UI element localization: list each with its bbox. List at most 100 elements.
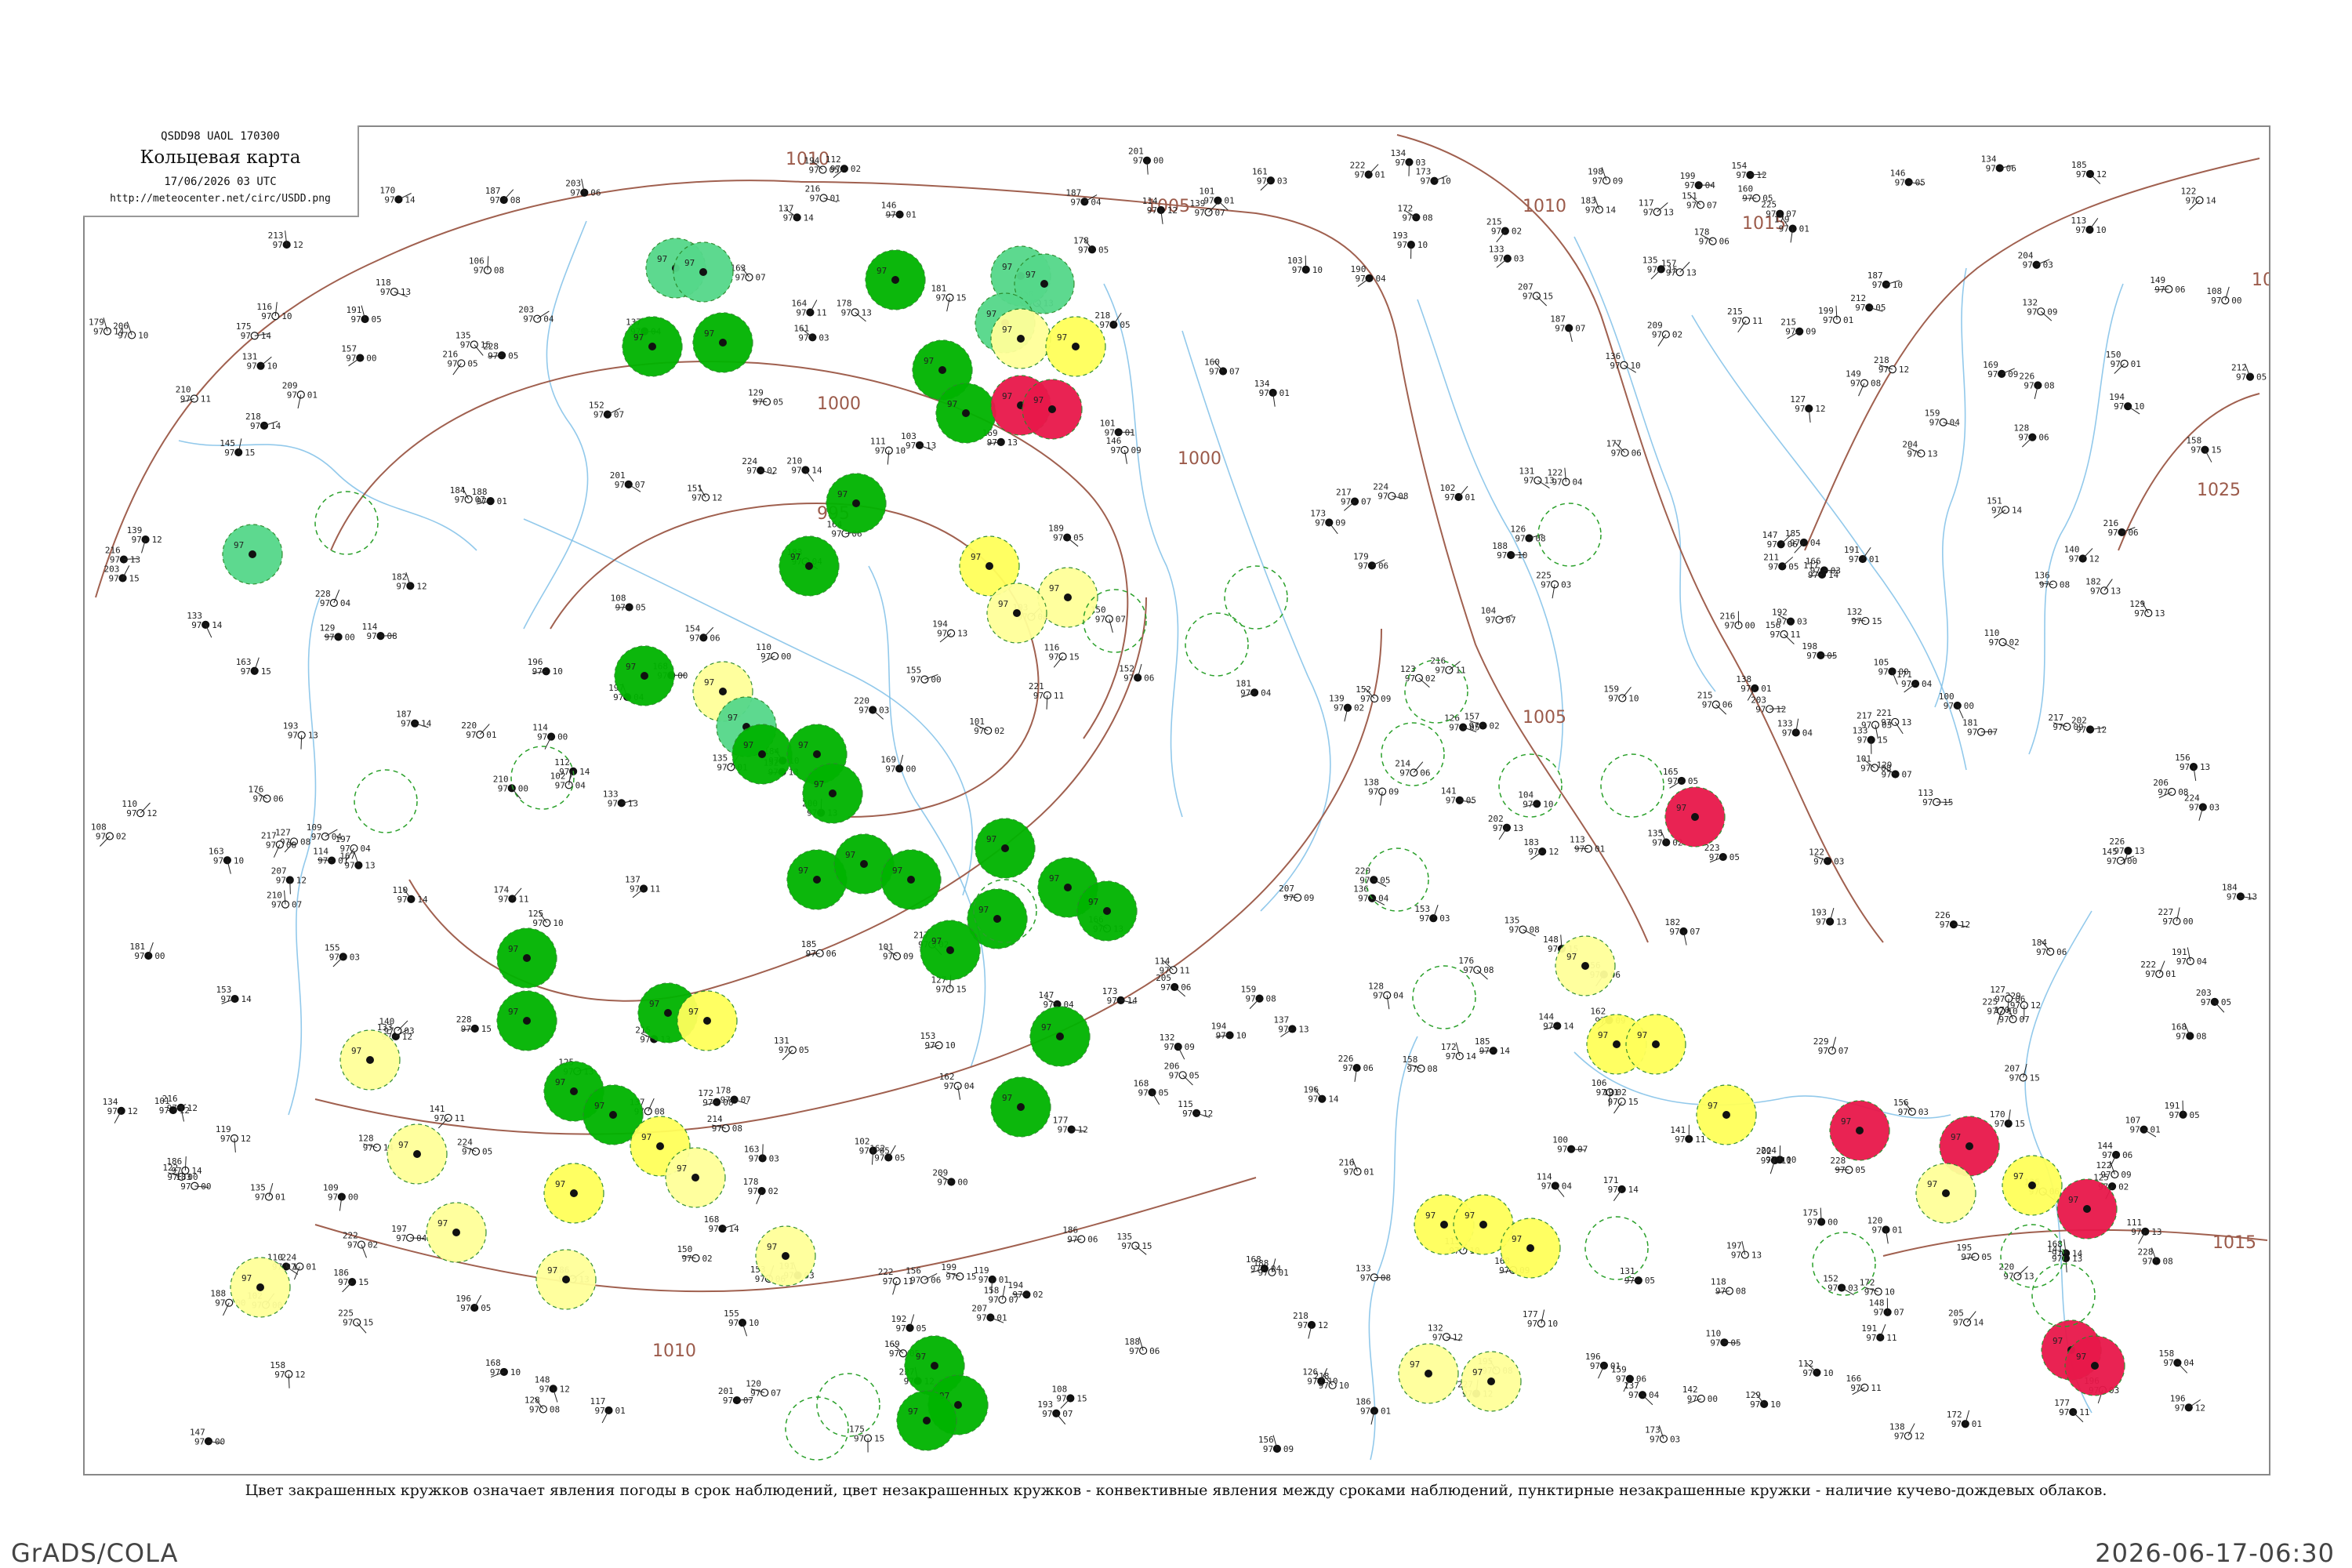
station-value: 04 xyxy=(1562,1181,1573,1192)
station-value: 97 xyxy=(896,1323,906,1334)
station-value: 10 xyxy=(1823,1368,1833,1378)
weather-circle-rain: 97 xyxy=(1029,1006,1091,1067)
station-value: 97 xyxy=(498,894,508,904)
station-value: 10 xyxy=(1417,240,1428,250)
station-value: 97 xyxy=(1742,194,1752,204)
station-value: 09 xyxy=(1283,1444,1294,1454)
station-plot: 15897 12 xyxy=(270,1360,306,1388)
station-value: 97 xyxy=(810,194,820,204)
station-plot: 20997 02 xyxy=(1647,321,1682,347)
station-plot: 11497 08 xyxy=(361,622,397,641)
station-value: 97 xyxy=(783,212,793,223)
station-value: 01 xyxy=(1761,684,1771,694)
station-value: 97 xyxy=(1138,1087,1149,1098)
station-value: 97 xyxy=(1058,1125,1068,1135)
station-value: 06 xyxy=(1722,700,1733,710)
station-value: 00 xyxy=(1786,1155,1796,1165)
station-value: 97 xyxy=(1123,673,1134,683)
station-plot: 11097 14 xyxy=(392,885,428,905)
station-plot: 22097 05 xyxy=(1355,866,1391,887)
station-value: 97 xyxy=(490,195,500,205)
station-value: 01 xyxy=(338,856,348,866)
station-plot: 12297 14 xyxy=(2180,186,2216,211)
station-value: 97 xyxy=(325,632,335,642)
station-plot: 14597 15 xyxy=(220,438,255,458)
station-value: 01 xyxy=(2151,1125,2161,1135)
station-value: 02 xyxy=(2118,1181,2129,1192)
station-value: 07 xyxy=(1902,769,1912,779)
station-value: 05 xyxy=(1380,875,1390,885)
station-value: 97 xyxy=(2053,722,2063,732)
station-value: 10 xyxy=(1548,1319,1558,1329)
station-plot: 13597 15 xyxy=(456,331,491,356)
station-value: 00 xyxy=(957,1177,967,1187)
station-value: 05 xyxy=(1788,561,1798,572)
station-value: 97 xyxy=(946,1272,956,1282)
station-value: 05 xyxy=(636,602,646,612)
station-value: 09 xyxy=(1388,787,1399,797)
station-marker xyxy=(702,493,710,502)
station-value: 97 xyxy=(814,779,824,789)
station-value: 08 xyxy=(1422,212,1432,223)
station-plot: 21897 05 xyxy=(1094,310,1130,330)
station-value: 13 xyxy=(926,441,936,451)
station-value: 03 xyxy=(1831,565,1841,575)
station-value: 97 xyxy=(1523,476,1534,486)
station-plot: 13397 03 xyxy=(1489,245,1524,268)
station-plot: 22597 03 xyxy=(1536,570,1571,599)
station-value: 10 xyxy=(1339,1381,1349,1391)
station-value: 97 xyxy=(1652,330,1662,340)
station-marker xyxy=(1017,1103,1025,1111)
station-marker xyxy=(808,333,817,342)
isobar: 1025 xyxy=(2118,393,2260,551)
station-value: 97 xyxy=(986,834,996,844)
station-value: 08 xyxy=(300,837,310,847)
station-value: 00 xyxy=(348,1192,358,1203)
station-plot: 12997 00 xyxy=(320,622,355,642)
station-marker xyxy=(1942,1189,1950,1197)
station-value: 05 xyxy=(1688,776,1698,786)
station-value: 97 xyxy=(1095,614,1105,624)
station-value: 08 xyxy=(1381,1272,1391,1283)
station-plot: 18497 06 xyxy=(2031,938,2067,957)
isobar-line xyxy=(95,180,802,598)
station-value: 97 xyxy=(555,1179,565,1189)
station-value: 97 xyxy=(1195,208,1205,218)
station-plot: 20797 09 xyxy=(1279,884,1314,903)
station-plot: 19197 01 xyxy=(1844,545,1879,564)
weather-circle-rain: 97 xyxy=(1076,880,1138,942)
station-value: 14 xyxy=(1328,1094,1339,1105)
station-plot: 20197 00 xyxy=(1128,147,1163,175)
station-plot: 1379711 xyxy=(625,874,660,898)
station-plot: 15597 10 xyxy=(724,1308,759,1337)
station-value: 14 xyxy=(1606,205,1617,215)
station-value: 97 xyxy=(1356,274,1366,284)
station-value: 97 xyxy=(1033,395,1044,405)
station-plot: 18797 08 xyxy=(485,186,521,205)
station-plot: 20197 07 xyxy=(718,1386,753,1406)
station-value: 11 xyxy=(650,884,660,894)
station-plot: 10797 01 xyxy=(2125,1116,2161,1138)
station-plot: 18497 13 xyxy=(2222,882,2257,902)
station-value: 97 xyxy=(1608,1097,1618,1107)
station-value: 04 xyxy=(1378,894,1389,904)
station-value: 06 xyxy=(590,188,601,198)
station-value: 05 xyxy=(1159,1087,1169,1098)
station-value: 97 xyxy=(883,952,893,962)
station-plot: 14097 03 xyxy=(379,1017,414,1036)
weather-circle-fog: 97 xyxy=(1500,1218,1561,1279)
station-value: 00 xyxy=(215,1436,225,1446)
weather-circle-rain: 97 xyxy=(990,1076,1051,1138)
station-value: 13 xyxy=(365,861,375,871)
weather-circle-rain: 97 xyxy=(896,1390,957,1451)
station-value: 97 xyxy=(380,287,390,297)
station-value: 97 xyxy=(1446,796,1456,806)
station-value: 08 xyxy=(1266,994,1276,1004)
station-value: 97 xyxy=(688,1007,699,1017)
station-plot: 20997 00 xyxy=(932,1167,967,1187)
station-plot: 20597 06 xyxy=(1156,973,1191,997)
source-url[interactable]: http://meteocenter.net/circ/USDD.png xyxy=(83,193,358,205)
station-value: 97 xyxy=(320,598,330,608)
station-plot: 12897 06 xyxy=(2013,423,2049,448)
station-value: 09 xyxy=(1185,1042,1195,1052)
